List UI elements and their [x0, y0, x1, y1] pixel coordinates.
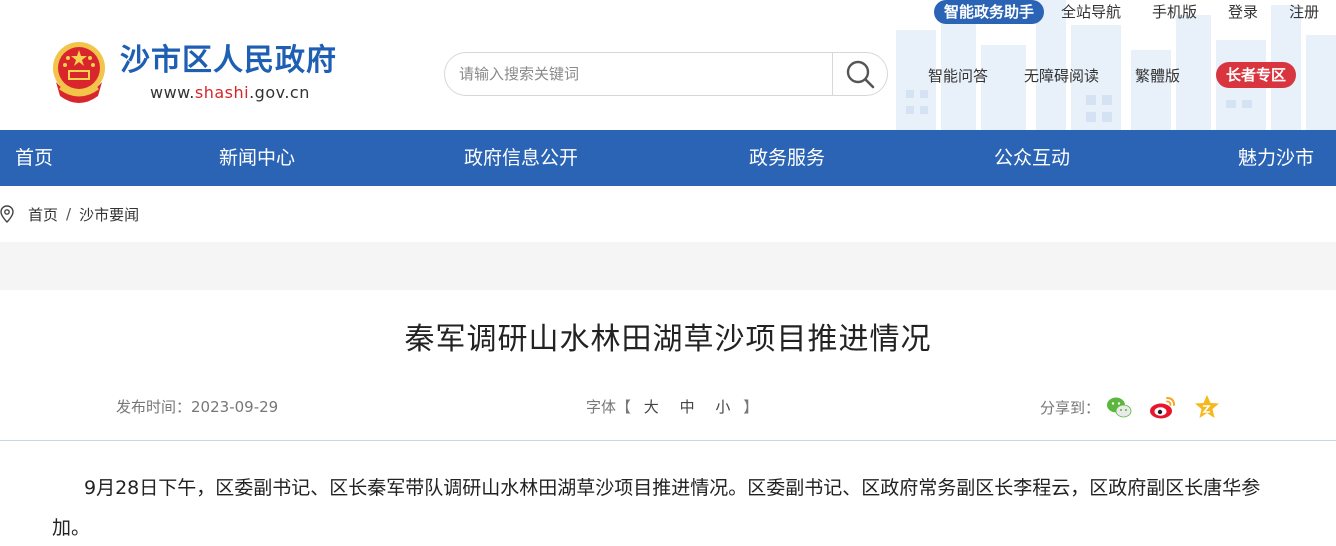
top-links: 智能政务助手 全站导航 手机版 登录 注册 [934, 0, 1319, 24]
site-logo[interactable]: 沙市区人民政府 www.shashi.gov.cn [46, 38, 337, 106]
font-size-label: 字体【 [586, 398, 632, 416]
gray-band [0, 242, 1336, 290]
accessibility-link[interactable]: 无障碍阅读 [1024, 65, 1099, 86]
register-link[interactable]: 注册 [1289, 0, 1319, 24]
meta-divider [0, 440, 1336, 441]
login-link[interactable]: 登录 [1228, 0, 1258, 24]
nav-item-home[interactable]: 首页 [15, 130, 53, 186]
site-name: 沙市区人民政府 [120, 42, 337, 78]
favorite-star-icon[interactable] [1192, 392, 1222, 422]
breadcrumb-separator: / [66, 205, 72, 223]
breadcrumb: 首页 / 沙市要闻 [0, 200, 139, 228]
national-emblem-icon [53, 42, 105, 103]
font-size-close: 】 [743, 398, 759, 416]
wechat-icon[interactable] [1104, 392, 1134, 422]
publish-info: 发布时间：2023-09-29 [116, 396, 278, 417]
article-meta: 发布时间：2023-09-29 字体【 大 中 小 】 分享到： [0, 392, 1336, 422]
smart-qa-link[interactable]: 智能问答 [928, 65, 988, 86]
site-url-prefix: www. [150, 82, 195, 102]
font-large-button[interactable]: 大 [644, 398, 659, 416]
site-url-highlight: shashi [194, 82, 250, 102]
publish-label: 发布时间： [116, 398, 192, 416]
article-title: 秦军调研山水林田湖草沙项目推进情况 [404, 322, 932, 357]
search-box [444, 52, 888, 96]
search-input[interactable] [445, 53, 832, 95]
utility-links: 智能问答 无障碍阅读 繁體版 长者专区 [928, 62, 1297, 88]
nav-item-charm[interactable]: 魅力沙市 [1238, 130, 1314, 186]
smart-assistant-button[interactable]: 智能政务助手 [934, 0, 1045, 24]
nav-item-news[interactable]: 新闻中心 [219, 130, 295, 186]
elder-zone-button[interactable]: 长者专区 [1216, 62, 1297, 88]
share-label: 分享到： [1040, 398, 1101, 417]
font-medium-button[interactable]: 中 [680, 398, 695, 416]
nav-item-interaction[interactable]: 公众互动 [994, 130, 1070, 186]
site-url-suffix: .gov.cn [249, 82, 310, 102]
location-pin-icon [0, 205, 14, 223]
site-navigation-link[interactable]: 全站导航 [1061, 0, 1121, 24]
nav-item-gov-info[interactable]: 政府信息公开 [464, 130, 578, 186]
article-body: 9月28日下午，区委副书记、区长秦军带队调研山水林田湖草沙项目推进情况。区委副书… [52, 477, 1261, 539]
site-url: www.shashi.gov.cn [150, 83, 337, 102]
logo-text: 沙市区人民政府 www.shashi.gov.cn [120, 43, 337, 102]
traditional-chinese-link[interactable]: 繁體版 [1135, 65, 1180, 86]
publish-date: 2023-09-29 [191, 398, 279, 416]
nav-item-services[interactable]: 政务服务 [749, 130, 825, 186]
breadcrumb-home[interactable]: 首页 [28, 204, 58, 225]
share-bar: 分享到： [1040, 392, 1222, 422]
search-button[interactable] [832, 53, 887, 95]
breadcrumb-current[interactable]: 沙市要闻 [79, 204, 139, 225]
search-icon [846, 60, 875, 89]
site-header: 沙市区人民政府 www.shashi.gov.cn 智能政务助手 全站导航 手机… [0, 0, 1336, 130]
mobile-version-link[interactable]: 手机版 [1152, 0, 1197, 24]
font-small-button[interactable]: 小 [715, 398, 730, 416]
main-nav: 首页 新闻中心 政府信息公开 政务服务 公众互动 魅力沙市 [0, 130, 1336, 186]
font-size-control: 字体【 大 中 小 】 [586, 396, 758, 417]
weibo-icon[interactable] [1148, 392, 1178, 422]
